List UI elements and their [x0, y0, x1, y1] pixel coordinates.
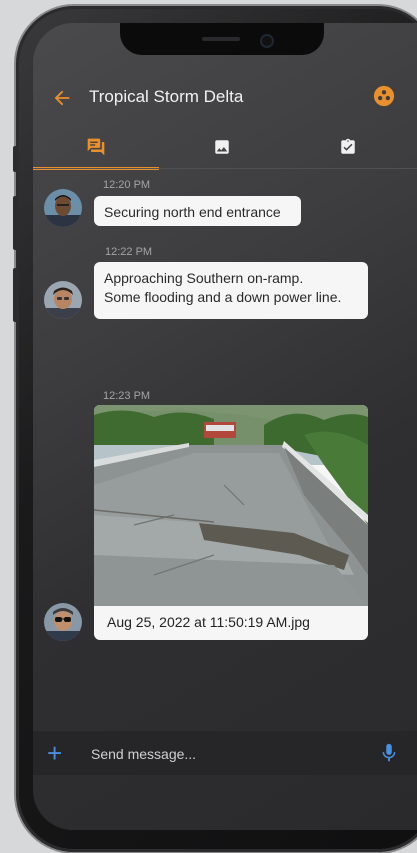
tab-gallery[interactable]: [159, 125, 285, 169]
app-screen: Tropical Storm Delta 12:20 PM Securing n…: [33, 23, 417, 830]
speaker: [202, 37, 240, 41]
message-time: 12:23 PM: [103, 390, 151, 402]
volume-down-button: [13, 268, 19, 322]
tab-chat[interactable]: [33, 125, 159, 169]
team-icon[interactable]: [373, 85, 395, 107]
back-arrow-icon[interactable]: [51, 87, 73, 109]
message-time: 12:20 PM: [103, 179, 151, 191]
message-bubble[interactable]: Securing north end entrance: [94, 196, 301, 226]
volume-up-button: [13, 196, 19, 250]
image-attachment[interactable]: Aug 25, 2022 at 11:50:19 AM.jpg: [94, 405, 368, 640]
message-text: Securing north end entrance: [104, 204, 281, 220]
message-bubble[interactable]: Approaching Southern on-ramp. Some flood…: [94, 262, 368, 319]
page-title: Tropical Storm Delta: [89, 87, 244, 106]
attachment-photo[interactable]: [94, 405, 368, 606]
mute-switch: [13, 146, 19, 172]
tab-divider: [33, 168, 417, 169]
message-input[interactable]: Send message...: [91, 746, 196, 762]
avatar[interactable]: [44, 189, 82, 227]
message-text-line: Approaching Southern on-ramp.: [104, 270, 304, 286]
message-text-line: Some flooding and a down power line.: [104, 289, 342, 305]
clipboard-check-icon: [341, 138, 355, 154]
notch: [120, 23, 324, 55]
chat-bubbles-icon: [87, 138, 105, 156]
add-attachment-icon[interactable]: +: [47, 735, 62, 771]
tab-tasks[interactable]: [285, 125, 411, 169]
attachment-filename: Aug 25, 2022 at 11:50:19 AM.jpg: [107, 614, 310, 630]
microphone-icon[interactable]: [378, 741, 400, 765]
tab-bar: [33, 125, 417, 170]
avatar[interactable]: [44, 281, 82, 319]
front-camera: [260, 34, 274, 48]
message-time: 12:22 PM: [105, 246, 153, 258]
avatar[interactable]: [44, 603, 82, 641]
image-icon: [215, 140, 229, 154]
